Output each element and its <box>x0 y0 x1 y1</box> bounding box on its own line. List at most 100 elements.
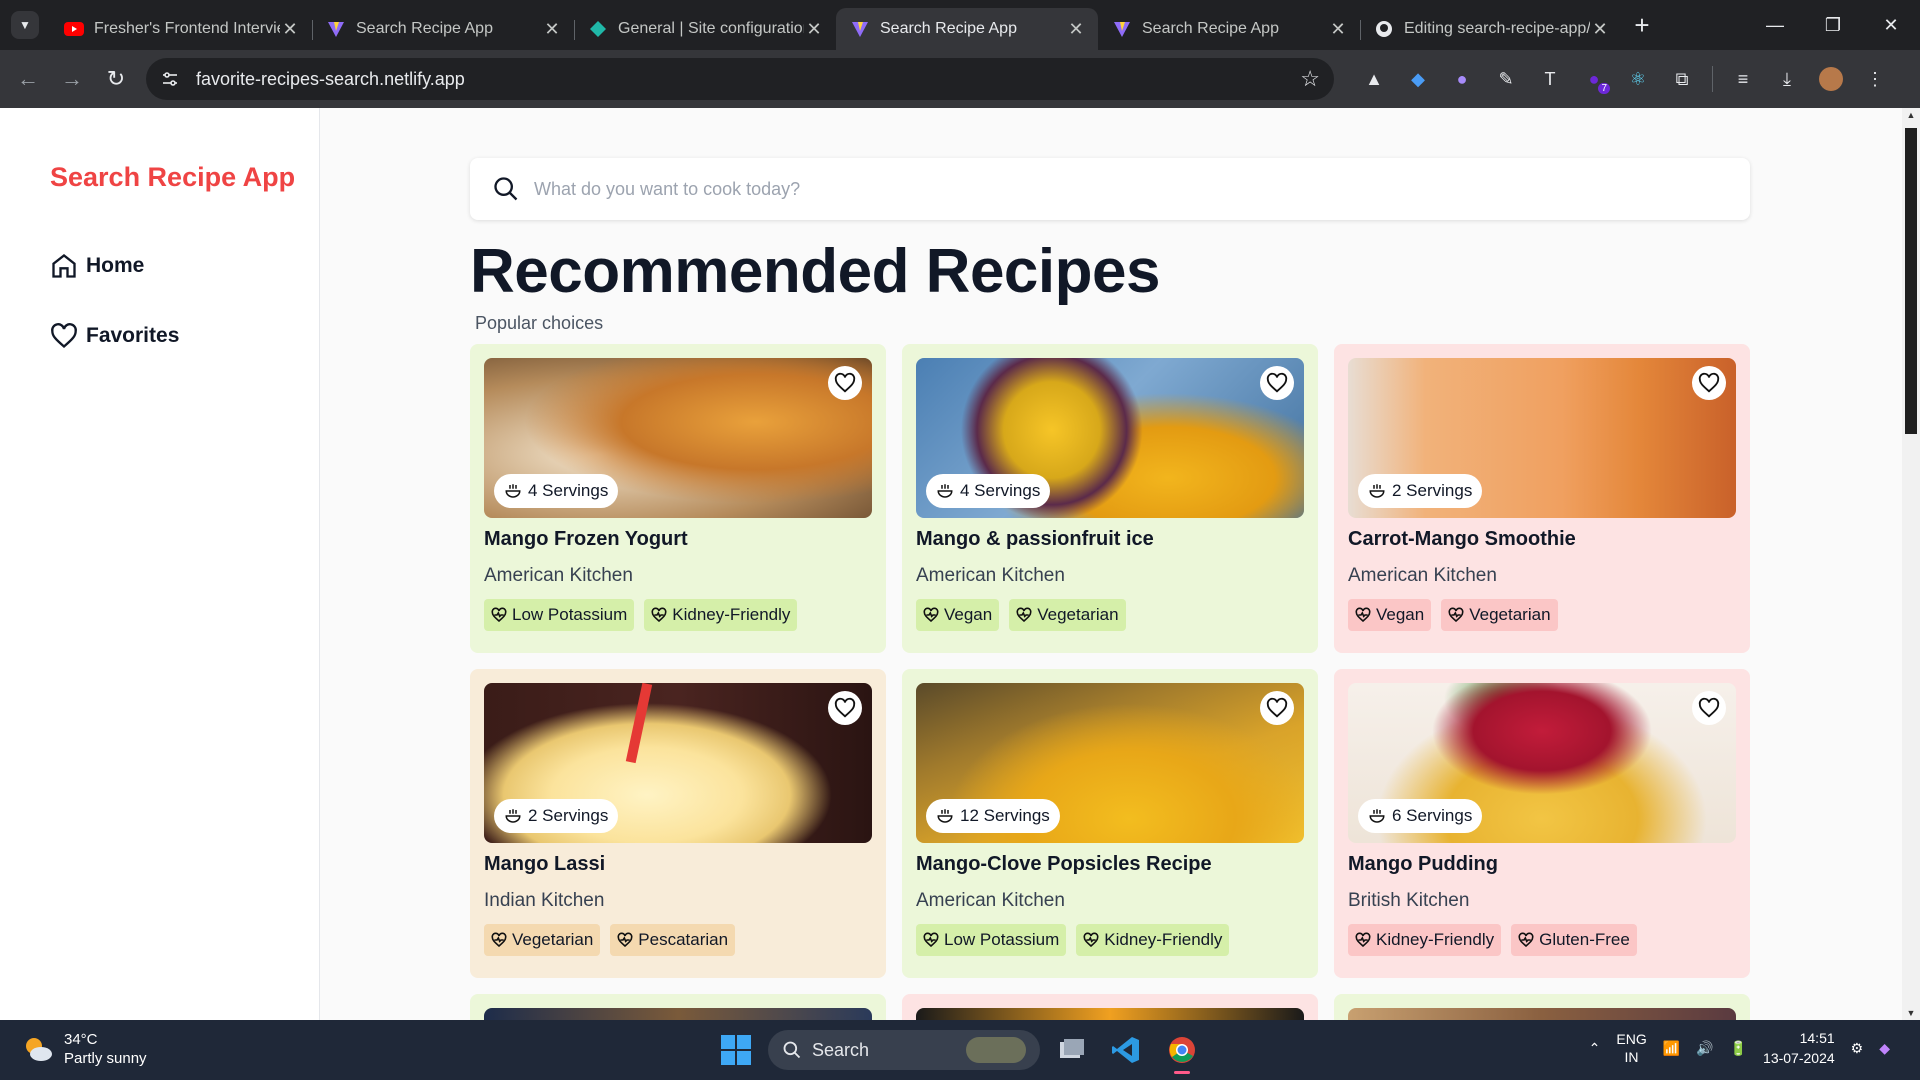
reload-icon[interactable]: ↻ <box>94 66 138 92</box>
recipe-image[interactable]: 12 Servings <box>916 683 1304 843</box>
media-queue-icon[interactable]: ≡ <box>1721 64 1765 94</box>
close-tab-icon[interactable]: ✕ <box>1066 19 1086 40</box>
recipe-card[interactable]: 2 Servings Carrot-Mango Smoothie America… <box>1334 344 1750 653</box>
vscode-icon[interactable] <box>1108 1032 1144 1068</box>
back-arrow-icon[interactable]: ← <box>6 66 50 92</box>
weather-widget[interactable]: 34°C Partly sunny <box>22 1030 147 1068</box>
favorite-button[interactable] <box>1260 366 1294 400</box>
download-icon[interactable]: ⤓ <box>1765 64 1809 94</box>
close-tab-icon[interactable]: ✕ <box>542 19 562 40</box>
recipe-card[interactable]: 2 Servings Mango Lassi Indian Kitchen Ve… <box>470 669 886 978</box>
partly-sunny-icon <box>26 1038 52 1061</box>
browser-tab[interactable]: General | Site configuration ✕ <box>574 8 836 50</box>
recipe-card[interactable]: 4 Servings Mango & passionfruit ice Amer… <box>902 344 1318 653</box>
recipe-image[interactable] <box>916 1008 1304 1020</box>
recipe-card[interactable]: 6 Servings Mango Pudding British Kitchen… <box>1334 669 1750 978</box>
diet-tag: Kidney-Friendly <box>644 599 798 631</box>
new-tab-button[interactable]: + <box>1622 10 1662 41</box>
recipe-name: Mango & passionfruit ice <box>916 528 1154 550</box>
recipe-image[interactable]: 2 Servings <box>484 683 872 843</box>
extension-shield-icon[interactable]: ◆ <box>1396 64 1440 94</box>
extension-picker-icon[interactable]: ✎ <box>1484 64 1528 94</box>
taskbar-search[interactable]: Search <box>768 1030 1040 1070</box>
tab-title: Search Recipe App <box>1142 20 1279 37</box>
extension-badge-icon[interactable]: ● 7 <box>1572 64 1616 94</box>
recipe-image[interactable] <box>1348 1008 1736 1020</box>
vite-icon <box>850 19 870 39</box>
heart-icon <box>834 697 856 718</box>
clock[interactable]: 14:51 13-07-2024 <box>1763 1028 1835 1068</box>
favorite-button[interactable] <box>828 366 862 400</box>
servings-badge: 6 Servings <box>1358 799 1483 833</box>
recipe-image[interactable]: 2 Servings <box>1348 358 1736 518</box>
scroll-down-arrow-icon[interactable]: ▼ <box>1902 1008 1920 1018</box>
extension-blob-icon[interactable]: ● <box>1440 64 1484 94</box>
site-info-icon[interactable] <box>158 67 182 91</box>
extension-triangle-icon[interactable]: ▲ <box>1352 64 1396 94</box>
minimize-icon[interactable]: — <box>1746 15 1804 36</box>
extension-text-icon[interactable]: T <box>1528 64 1572 94</box>
browser-tab[interactable]: Search Recipe App ✕ <box>1098 8 1361 50</box>
sidebar-item-home[interactable]: Home <box>50 252 144 280</box>
heart-pulse-icon <box>1448 607 1464 623</box>
recipe-image[interactable] <box>484 1008 872 1020</box>
recipe-card[interactable]: 4 Servings Mango Frozen Yogurt American … <box>470 344 886 653</box>
diet-tag: Gluten-Free <box>1511 924 1637 956</box>
app-brand[interactable]: Search Recipe App <box>50 162 295 193</box>
battery-icon[interactable]: 🔋 <box>1730 1040 1747 1057</box>
recipe-image[interactable]: 4 Servings <box>484 358 872 518</box>
recipe-name: Mango Frozen Yogurt <box>484 528 688 550</box>
tab-search-button[interactable]: ▼ <box>0 0 50 50</box>
profile-avatar[interactable] <box>1809 64 1853 94</box>
servings-badge: 4 Servings <box>926 474 1051 508</box>
favorite-button[interactable] <box>1692 366 1726 400</box>
soup-bowl-icon <box>937 809 953 823</box>
scroll-up-arrow-icon[interactable]: ▲ <box>1902 110 1920 120</box>
diet-tag: Vegan <box>1348 599 1432 631</box>
recipe-card-partial[interactable] <box>1334 994 1750 1020</box>
browser-tab[interactable]: Editing search-recipe-app/ ✕ <box>1360 8 1622 50</box>
browser-tab-active[interactable]: Search Recipe App ✕ <box>836 8 1098 50</box>
favorite-button[interactable] <box>1260 691 1294 725</box>
chevron-up-icon[interactable]: ⌃ <box>1589 1040 1601 1057</box>
more-menu-icon[interactable]: ⋮ <box>1853 64 1897 94</box>
recipe-image[interactable]: 6 Servings <box>1348 683 1736 843</box>
forward-arrow-icon[interactable]: → <box>50 66 94 92</box>
page-scrollbar[interactable]: ▲ ▼ <box>1902 108 1920 1020</box>
restore-icon[interactable]: ❐ <box>1804 15 1862 36</box>
bookmark-star-icon[interactable]: ☆ <box>1300 66 1320 92</box>
wifi-icon[interactable]: 📶 <box>1663 1040 1680 1057</box>
browser-tab[interactable]: Fresher's Frontend Intervie ✕ <box>50 8 313 50</box>
sidebar-item-favorites[interactable]: Favorites <box>50 322 179 350</box>
react-devtools-icon[interactable]: ⚛ <box>1616 64 1660 94</box>
close-tab-icon[interactable]: ✕ <box>804 19 824 40</box>
extensions-puzzle-icon[interactable]: ⧉ <box>1660 64 1704 94</box>
address-bar[interactable]: favorite-recipes-search.netlify.app ☆ <box>146 58 1334 100</box>
close-tab-icon[interactable]: ✕ <box>280 19 300 40</box>
task-view-icon[interactable] <box>1054 1032 1090 1068</box>
search-input[interactable] <box>534 178 1634 200</box>
browser-tab[interactable]: Search Recipe App ✕ <box>312 8 575 50</box>
heart-icon <box>1266 697 1288 718</box>
notification-icon[interactable]: ⚙ <box>1851 1040 1864 1057</box>
copilot-icon[interactable]: ◆ <box>1879 1040 1890 1057</box>
close-tab-icon[interactable]: ✕ <box>1328 19 1348 40</box>
recipe-card-partial[interactable] <box>902 994 1318 1020</box>
close-window-icon[interactable]: ✕ <box>1862 15 1920 36</box>
volume-icon[interactable]: 🔊 <box>1696 1040 1713 1057</box>
language-indicator[interactable]: ENG IN <box>1616 1030 1646 1066</box>
recipe-card-partial[interactable] <box>470 994 886 1020</box>
recipe-image[interactable]: 4 Servings <box>916 358 1304 518</box>
heart-pulse-icon <box>923 932 939 948</box>
favorite-button[interactable] <box>1692 691 1726 725</box>
tab-title: General | Site configuration <box>618 20 804 37</box>
windows-taskbar: 34°C Partly sunny Search ⌃ ENG IN 📶 🔊 🔋 1… <box>0 1020 1920 1080</box>
scrollbar-thumb[interactable] <box>1905 128 1917 434</box>
windows-start-button[interactable] <box>720 1034 752 1071</box>
system-tray: ⌃ ENG IN 📶 🔊 🔋 14:51 13-07-2024 ⚙ ◆ <box>1589 1028 1890 1068</box>
favorite-button[interactable] <box>828 691 862 725</box>
heart-pulse-icon <box>1518 932 1534 948</box>
recipe-card[interactable]: 12 Servings Mango-Clove Popsicles Recipe… <box>902 669 1318 978</box>
close-tab-icon[interactable]: ✕ <box>1590 19 1610 40</box>
chrome-icon[interactable] <box>1164 1032 1200 1074</box>
